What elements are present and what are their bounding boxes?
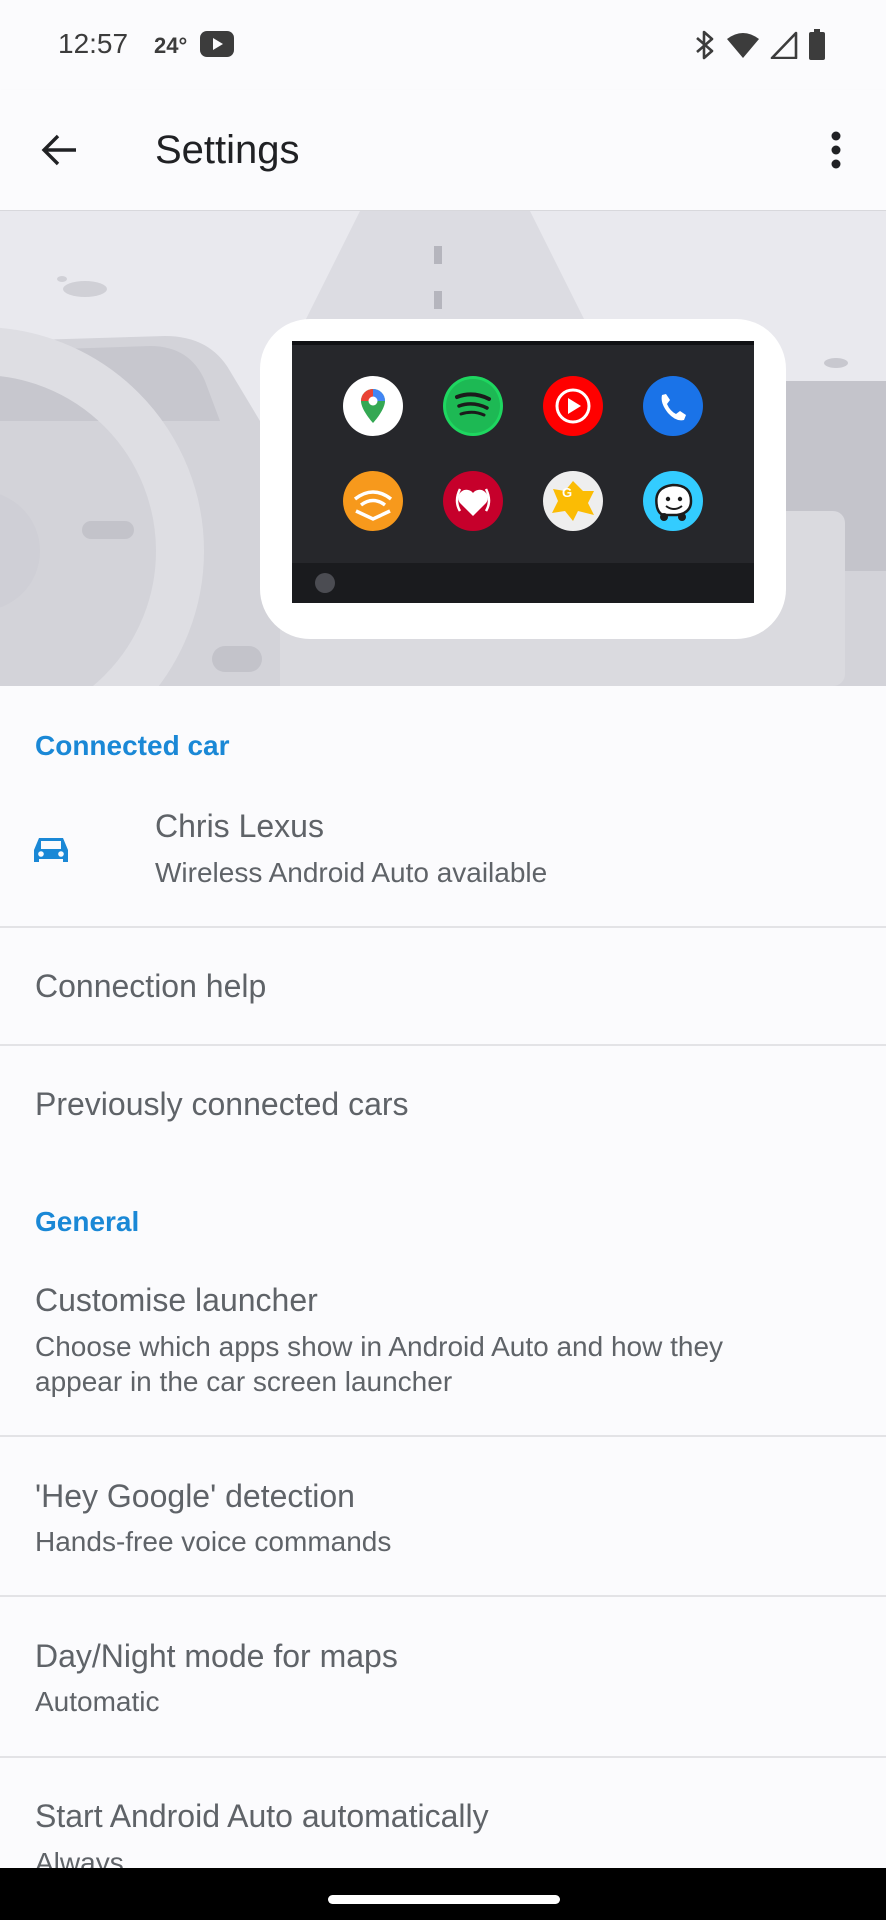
divider (0, 926, 886, 928)
audible-app-icon (343, 471, 403, 531)
more-vert-icon (831, 131, 841, 169)
start-android-auto-title: Start Android Auto automatically (35, 1798, 489, 1834)
divider (0, 1756, 886, 1758)
section-header-connected-car: Connected car (35, 730, 230, 761)
app-bar: Settings (0, 90, 886, 211)
home-gesture-handle[interactable] (328, 1895, 560, 1904)
waze-app-icon (643, 471, 703, 531)
battery-icon (809, 29, 825, 60)
svg-text:G: G (562, 485, 572, 500)
spotify-app-icon (443, 376, 503, 436)
iheartradio-app-icon (443, 471, 503, 531)
google-news-app-icon: G (543, 471, 603, 531)
overflow-menu-button[interactable] (804, 118, 868, 182)
youtube-icon (200, 31, 234, 57)
customise-launcher-description-line2: appear in the car screen launcher (35, 1366, 453, 1397)
maps-app-icon (343, 376, 403, 436)
youtube-music-app-icon (543, 376, 603, 436)
status-icons (694, 28, 826, 62)
day-night-mode-value: Automatic (35, 1686, 160, 1717)
divider (0, 1044, 886, 1046)
day-night-mode-title: Day/Night mode for maps (35, 1638, 398, 1674)
car-status: Wireless Android Auto available (155, 857, 548, 888)
customise-launcher-description-line1: Choose which apps show in Android Auto a… (35, 1331, 724, 1362)
previously-connected-cars-item[interactable]: Previously connected cars (35, 1086, 409, 1123)
divider (0, 1435, 886, 1437)
arrow-back-icon (41, 134, 76, 166)
hey-google-detection-title: 'Hey Google' detection (35, 1478, 355, 1514)
customise-launcher-title: Customise launcher (35, 1282, 318, 1318)
car-icon (34, 838, 68, 862)
status-time: 12:57 (58, 28, 129, 59)
phone-app-icon (643, 376, 703, 436)
hero-illustration: G (0, 211, 886, 686)
back-button[interactable] (28, 118, 92, 182)
connection-help-item[interactable]: Connection help (35, 968, 266, 1005)
hey-google-detection-description: Hands-free voice commands (35, 1526, 392, 1557)
wifi-icon (727, 33, 759, 58)
page-title: Settings (155, 128, 300, 172)
status-bar: 12:57 24° (0, 0, 886, 90)
section-header-general: General (35, 1206, 140, 1237)
cellular-signal-icon (770, 31, 798, 59)
divider (0, 1595, 886, 1597)
car-name: Chris Lexus (155, 808, 324, 844)
navigation-bar (0, 1868, 886, 1920)
bluetooth-icon (696, 30, 714, 60)
status-temperature: 24° (154, 33, 188, 58)
car-dashboard-illustration: G (0, 211, 886, 686)
